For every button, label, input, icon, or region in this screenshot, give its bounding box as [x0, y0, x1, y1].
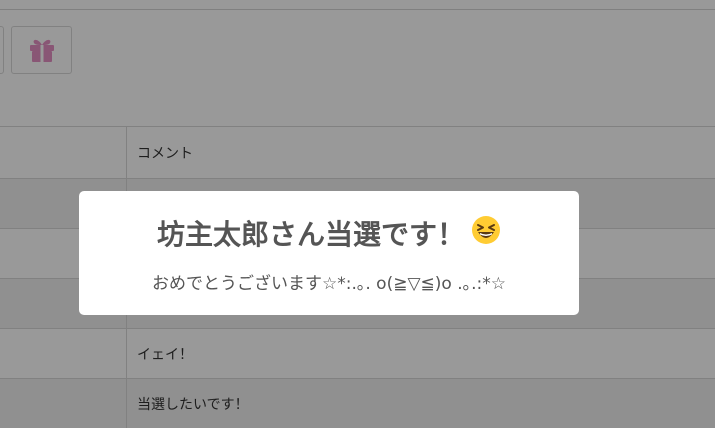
grinning-squinting-face-icon [471, 215, 501, 252]
modal-message: おめでとうございます☆*:.｡. o(≧▽≦)o .｡.:*☆ [152, 274, 506, 294]
winner-modal: 坊主太郎さん当選です！ おめでとうございます☆*:.｡. o(≧▽≦)o .｡.… [79, 191, 579, 315]
modal-title-line: 坊主太郎さん当選です！ [157, 213, 501, 253]
modal-title: 坊主太郎さん当選です！ [156, 218, 465, 251]
